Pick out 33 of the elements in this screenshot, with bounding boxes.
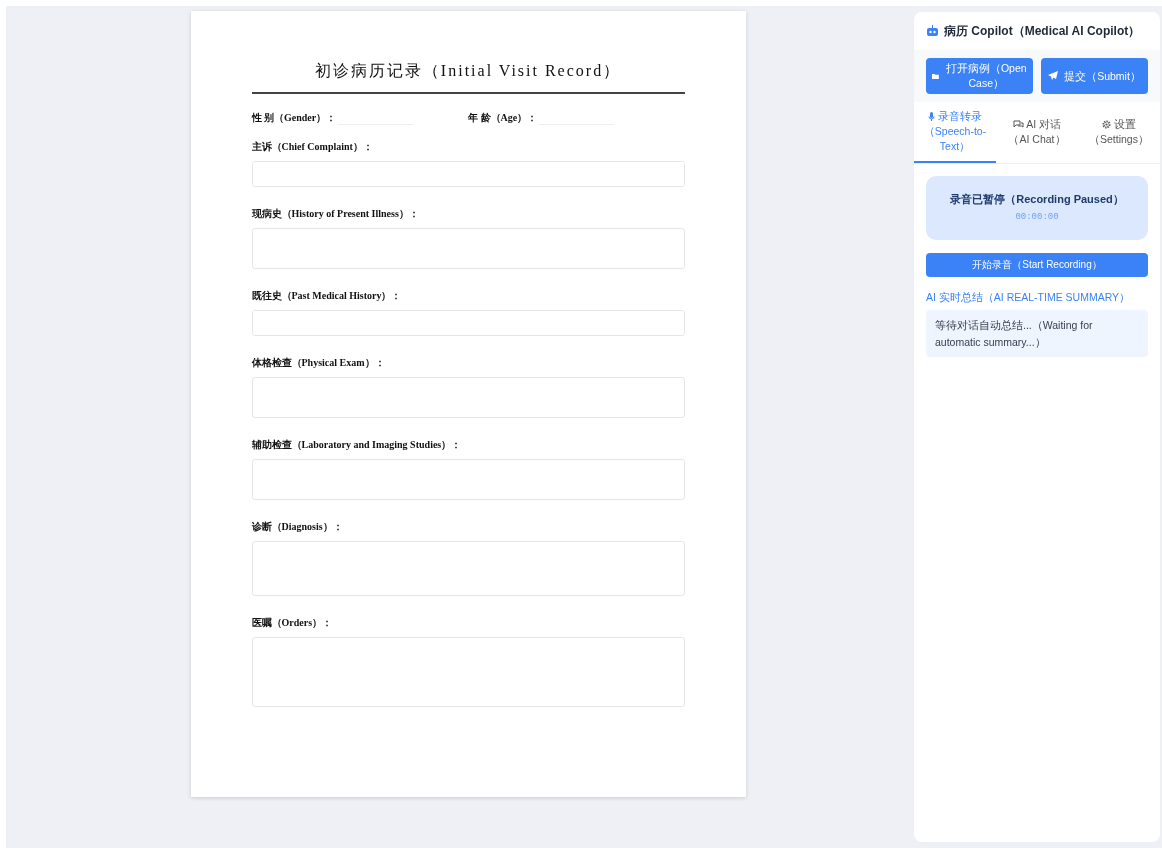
- field-label: 年 龄（Age）：: [468, 111, 538, 126]
- section-label: 医嘱（Orders）：: [251, 616, 334, 631]
- text-area[interactable]: [251, 310, 685, 337]
- settings-icon: [1102, 120, 1112, 130]
- paper-plane-icon: [1048, 71, 1059, 81]
- panel-title: 病历 Copilot（Medical AI Copilot）: [944, 23, 1141, 40]
- section-label: 主诉（Chief Complaint）：: [251, 140, 374, 155]
- section-label: 现病史（History of Present Illness）：: [251, 207, 420, 222]
- summary-heading: AI 实时总结（AI REAL-TIME SUMMARY）: [926, 289, 1132, 305]
- timer: 00:00:00: [1015, 211, 1059, 225]
- text-area[interactable]: [251, 637, 685, 708]
- text-area[interactable]: [251, 228, 685, 270]
- submit-button[interactable]: 提交（Submit）: [1041, 58, 1148, 94]
- section-label: 体格检查（Physical Exam）：: [251, 356, 386, 371]
- section-label: 既往史（Past Medical History）：: [251, 289, 403, 304]
- document-title: 初诊病历记录（Initial Visit Record）: [313, 61, 623, 81]
- open-case-button[interactable]: 打开病例（Open Case）: [926, 58, 1033, 94]
- tab[interactable]: 设置 （Settings）: [1078, 102, 1160, 163]
- folder-icon: [932, 71, 940, 81]
- tab[interactable]: 录音转录 （Speech-to-Text）: [914, 102, 996, 163]
- text-area[interactable]: [251, 377, 685, 419]
- summary-text: 等待对话自动总结...（Waiting for automatic summary...）: [926, 310, 1148, 357]
- field-label: 性 别（Gender）：: [251, 111, 337, 126]
- tab[interactable]: AI 对话 （AI Chat）: [996, 102, 1078, 163]
- section-label: 辅助检查（Laboratory and Imaging Studies）：: [251, 438, 463, 453]
- start-recording-button[interactable]: 开始录音（Start Recording）: [926, 252, 1148, 277]
- section-label: 诊断（Diagnosis）：: [251, 520, 344, 535]
- robot-icon: [926, 25, 939, 37]
- text-area[interactable]: [251, 541, 685, 597]
- recording-status: 录音已暂停（Recording Paused）: [950, 191, 1124, 207]
- text-area[interactable]: [251, 161, 685, 188]
- microphone-icon: [928, 112, 936, 123]
- text-area[interactable]: [251, 459, 685, 501]
